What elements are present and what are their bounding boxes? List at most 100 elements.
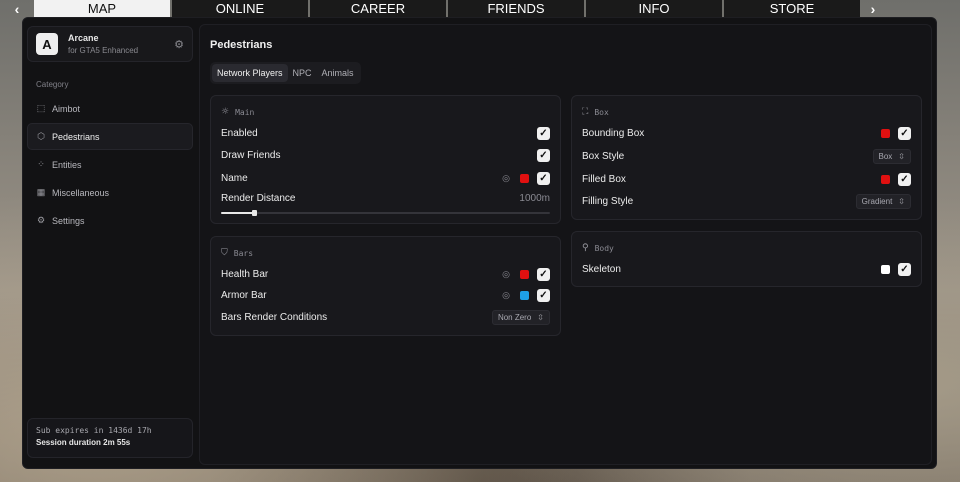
filling-style-select[interactable]: Gradient ⇳ [855, 193, 911, 209]
body-card-header: ⚲ Body [582, 243, 614, 253]
category-nav: ⬚ Aimbot ⬡ Pedestrians ⁘ Entities ▦ Misc… [27, 95, 193, 234]
bars-card: ⛉ Bars Health Bar ◎ ✓ Armor Bar ◎ ✓ Bars… [210, 236, 561, 336]
prev-tab-arrow[interactable]: ‹ [0, 0, 34, 17]
bars-card-title: Bars [233, 248, 254, 258]
subtab-bar: Network Players NPC Animals [210, 62, 361, 84]
bounding-box-color-swatch[interactable] [881, 128, 890, 138]
tab-map[interactable]: MAP [34, 0, 170, 17]
sidebar-item-pedestrians[interactable]: ⬡ Pedestrians [27, 123, 193, 150]
sidebar-item-label: Settings [52, 215, 85, 226]
sidebar-item-entities[interactable]: ⁘ Entities [27, 151, 193, 178]
filled-box-color-swatch[interactable] [881, 174, 890, 184]
name-row: Name ◎ ✓ [221, 170, 550, 186]
tab-friends[interactable]: FRIENDS [448, 0, 584, 17]
shield-icon: ⛉ [221, 248, 228, 258]
game-menu-bar: ‹ MAP ONLINE CAREER FRIENDS INFO STORE › [0, 0, 960, 17]
bounding-box-label: Bounding Box [582, 127, 645, 139]
cheat-menu-window: A Arcane for GTA5 Enhanced ⚙ Category ⬚ … [22, 17, 937, 469]
box-style-value: Box [878, 151, 893, 161]
name-label: Name [221, 172, 248, 184]
armor-bar-checkbox[interactable]: ✓ [537, 288, 550, 302]
page-title: Pedestrians [210, 39, 273, 51]
main-card-header: ☼ Main [221, 107, 254, 117]
entities-icon: ⁘ [37, 159, 45, 169]
bars-card-header: ⛉ Bars [221, 248, 253, 258]
gear-icon: ⚙ [36, 215, 46, 225]
box-card: ⛶ Box Bounding Box ✓ Box Style Box ⇳ Fil… [571, 95, 922, 220]
brand-subtitle: for GTA5 Enhanced [68, 46, 139, 55]
box-card-title: Box [594, 107, 609, 117]
sidebar-item-label: Aimbot [52, 103, 81, 114]
subscription-expiry: Sub expires in 1436d 17h [36, 426, 152, 435]
sidebar-item-label: Miscellaneous [52, 187, 110, 198]
session-duration: Session duration 2m 55s [36, 438, 131, 447]
bounding-box-checkbox[interactable]: ✓ [898, 126, 911, 140]
sidebar-item-settings[interactable]: ⚙ Settings [27, 207, 193, 234]
sidebar-item-aimbot[interactable]: ⬚ Aimbot [27, 95, 193, 122]
gear-icon[interactable]: ⚙ [174, 38, 184, 51]
tab-npc[interactable]: NPC [288, 64, 317, 82]
skeleton-color-swatch[interactable] [881, 264, 890, 274]
draw-friends-row: Draw Friends ✓ [221, 147, 550, 163]
armor-bar-row: Armor Bar ◎ ✓ [221, 287, 550, 303]
skeleton-label: Skeleton [582, 263, 621, 275]
slider-fill [221, 212, 254, 214]
render-distance-value: 1000m [519, 192, 550, 204]
health-bar-row: Health Bar ◎ ✓ [221, 266, 550, 282]
tab-network-players[interactable]: Network Players [212, 64, 288, 82]
slider-handle[interactable] [251, 210, 257, 216]
name-checkbox[interactable]: ✓ [537, 171, 550, 185]
brand-name: Arcane [68, 33, 99, 43]
brand-header: A Arcane for GTA5 Enhanced ⚙ [27, 26, 193, 62]
filling-style-row: Filling Style Gradient ⇳ [582, 193, 911, 209]
skeleton-checkbox[interactable]: ✓ [898, 262, 911, 276]
crosshair-icon: ⬚ [36, 103, 46, 113]
target-icon[interactable]: ◎ [502, 290, 510, 301]
sidebar-item-label: Pedestrians [52, 131, 100, 142]
tab-online[interactable]: ONLINE [172, 0, 308, 17]
box-style-label: Box Style [582, 150, 625, 162]
main-card: ☼ Main Enabled ✓ Draw Friends ✓ Name ◎ ✓ [210, 95, 561, 224]
tab-animals[interactable]: Animals [317, 64, 359, 82]
box-card-header: ⛶ Box [582, 107, 609, 117]
filled-box-checkbox[interactable]: ✓ [898, 172, 911, 186]
tab-store[interactable]: STORE [724, 0, 860, 17]
tab-info[interactable]: INFO [586, 0, 722, 17]
target-icon[interactable]: ◎ [502, 173, 510, 184]
sidebar-item-label: Entities [52, 159, 82, 170]
health-bar-color-swatch[interactable] [520, 269, 529, 279]
bars-conditions-label: Bars Render Conditions [221, 311, 328, 323]
cube-icon: ⬡ [37, 131, 45, 141]
main-card-title: Main [235, 107, 255, 117]
body-card-title: Body [594, 243, 614, 253]
sun-icon: ☼ [221, 107, 230, 117]
bars-conditions-select[interactable]: Non Zero ⇳ [491, 309, 550, 325]
sidebar-item-miscellaneous[interactable]: ▦ Miscellaneous [27, 179, 193, 206]
armor-bar-label: Armor Bar [221, 289, 267, 301]
target-icon[interactable]: ◎ [502, 269, 510, 280]
render-distance-row: Render Distance 1000m [221, 190, 550, 206]
bounding-box-row: Bounding Box ✓ [582, 125, 911, 141]
render-distance-label: Render Distance [221, 192, 296, 204]
health-bar-label: Health Bar [221, 268, 269, 280]
box-style-select[interactable]: Box ⇳ [872, 148, 911, 164]
enabled-checkbox[interactable]: ✓ [537, 126, 550, 140]
draw-friends-checkbox[interactable]: ✓ [537, 148, 550, 162]
filling-style-value: Gradient [861, 196, 893, 206]
armor-bar-color-swatch[interactable] [520, 290, 529, 300]
box-icon: ⛶ [582, 107, 589, 117]
enabled-label: Enabled [221, 127, 258, 139]
next-tab-arrow[interactable]: › [862, 0, 884, 17]
brand-logo: A [36, 33, 58, 55]
name-color-swatch[interactable] [520, 173, 529, 183]
tab-career[interactable]: CAREER [310, 0, 446, 17]
skeleton-row: Skeleton ✓ [582, 261, 911, 277]
filled-box-row: Filled Box ✓ [582, 171, 911, 187]
grid-icon: ▦ [36, 187, 46, 197]
render-distance-slider[interactable] [221, 210, 550, 216]
health-bar-checkbox[interactable]: ✓ [537, 267, 550, 281]
draw-friends-label: Draw Friends [221, 149, 281, 161]
body-card: ⚲ Body Skeleton ✓ [571, 231, 922, 287]
bars-conditions-row: Bars Render Conditions Non Zero ⇳ [221, 309, 550, 325]
select-icon: ⇳ [898, 196, 905, 206]
